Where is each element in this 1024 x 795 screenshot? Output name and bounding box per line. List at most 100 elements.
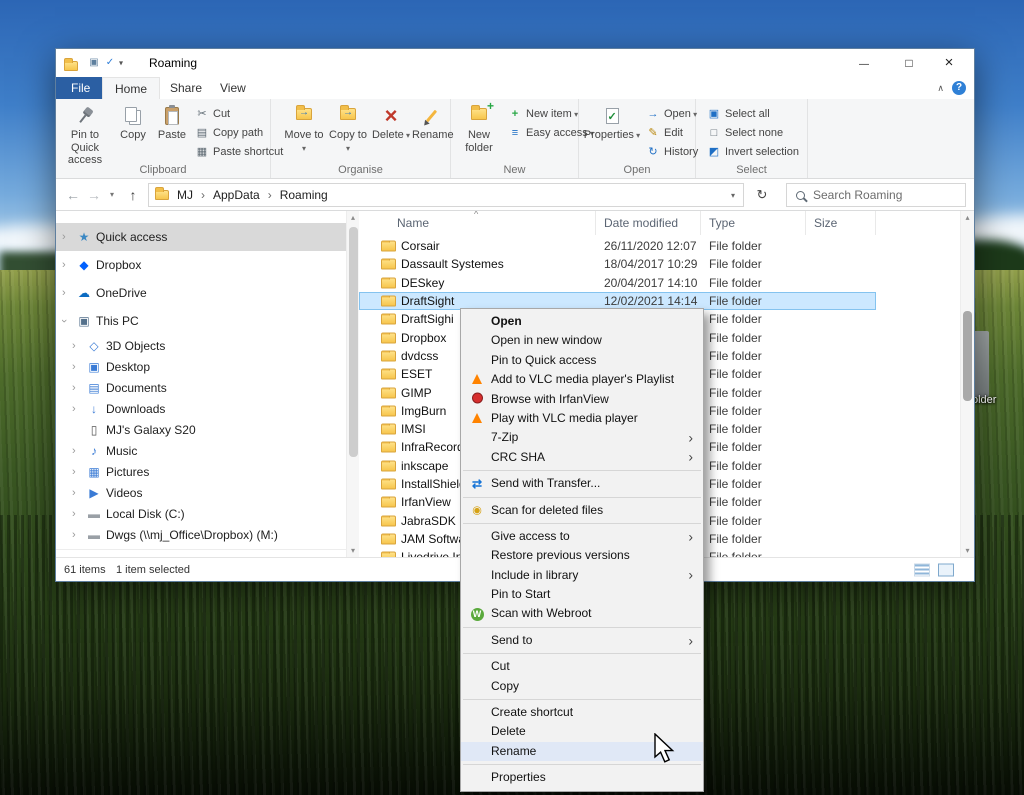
column-header-type[interactable]: Type [701,211,806,235]
chevron-icon[interactable] [72,466,76,478]
sidebar-item[interactable]: Pictures [56,461,346,482]
cut-button[interactable]: Cut [194,105,230,122]
paste-shortcut-button[interactable]: Paste shortcut [194,143,283,160]
context-menu-item[interactable]: Create shortcut [461,703,703,722]
context-menu-item[interactable]: CRC SHA [461,448,703,467]
context-menu-item[interactable]: Pin to Start [461,585,703,604]
chevron-icon[interactable] [62,287,66,299]
copy-to-button[interactable]: → Copy to [327,102,369,154]
sidebar-item[interactable]: Downloads [56,398,346,419]
forward-button[interactable] [84,179,104,211]
context-menu-item[interactable]: Send with Transfer... [461,474,703,493]
minimize-button[interactable] [847,49,881,77]
paste-button[interactable]: Paste [153,102,191,142]
invert-selection-button[interactable]: Invert selection [706,143,799,160]
up-button[interactable] [122,179,144,211]
sidebar-item[interactable]: This PC [56,307,346,335]
scroll-down-icon[interactable]: ▾ [347,546,359,555]
context-menu-item[interactable]: Copy [461,677,703,696]
sidebar-item[interactable]: Documents [56,377,346,398]
file-row[interactable]: DESkey 20/04/2017 14:10 File folder [359,274,876,292]
qat-new-folder-icon[interactable] [104,57,116,69]
chevron-icon[interactable] [72,403,76,415]
context-menu-item[interactable]: Scan for deleted files [461,501,703,520]
new-item-button[interactable]: New item [507,105,578,122]
sidebar-item[interactable]: Videos [56,482,346,503]
scrollbar-thumb[interactable] [349,227,358,457]
new-folder-button[interactable]: New folder [455,102,503,154]
thumbnail-view-icon[interactable] [938,563,954,576]
breadcrumb-dropdown-caret[interactable] [731,191,735,200]
file-row[interactable]: Dassault Systemes 18/04/2017 10:29 File … [359,255,876,273]
copy-path-button[interactable]: Copy path [194,124,263,141]
tab-view[interactable]: View [208,77,258,99]
context-menu-item[interactable]: Add to VLC media player's Playlist [461,370,703,389]
sidebar-item[interactable]: Dropbox [56,251,346,279]
open-button[interactable]: Open [645,105,697,122]
breadcrumb-item[interactable]: MJ [177,184,213,206]
title-bar[interactable]: Roaming [56,49,974,77]
back-button[interactable] [62,179,84,211]
qat-properties-icon[interactable] [88,57,100,69]
rename-button[interactable]: Rename [412,102,450,142]
details-view-icon[interactable] [914,563,930,576]
context-menu-item[interactable]: Open in new window [461,331,703,350]
list-scrollbar[interactable]: ▴ ▾ [960,211,974,557]
sidebar-item[interactable]: OneDrive [56,279,346,307]
file-row[interactable]: Corsair 26/11/2020 12:07 File folder [359,237,876,255]
breadcrumb-item[interactable]: AppData [213,184,280,206]
select-all-button[interactable]: Select all [706,105,770,122]
column-header-size[interactable]: Size [806,211,876,235]
context-menu-item[interactable]: Pin to Quick access [461,351,703,370]
context-menu-item[interactable]: Send to [461,631,703,650]
tab-share[interactable]: Share [158,77,214,99]
context-menu-item[interactable]: Properties [461,768,703,787]
context-menu-item[interactable]: Play with VLC media player [461,409,703,428]
breadcrumb-item[interactable]: Roaming [280,184,328,206]
properties-button[interactable]: Properties [583,102,641,142]
chevron-icon[interactable] [72,508,76,520]
sidebar-scrollbar[interactable]: ▴ ▾ [346,211,359,557]
select-none-button[interactable]: Select none [706,124,783,141]
context-menu-item[interactable]: Restore previous versions [461,546,703,565]
context-menu-item[interactable]: Cut [461,657,703,676]
history-button[interactable]: History [645,143,698,160]
delete-button[interactable]: Delete [371,102,411,142]
chevron-icon[interactable] [72,445,76,457]
context-menu-item[interactable]: Scan with Webroot [461,604,703,623]
tab-home[interactable]: Home [102,77,160,99]
sidebar-item[interactable]: Desktop [56,356,346,377]
chevron-icon[interactable] [62,259,66,271]
scroll-up-icon[interactable]: ▴ [347,213,359,222]
chevron-icon[interactable] [72,361,76,373]
scroll-down-icon[interactable]: ▾ [961,546,974,555]
chevron-icon[interactable] [72,487,76,499]
context-menu-item[interactable]: 7-Zip [461,428,703,447]
context-menu-item[interactable]: Browse with IrfanView [461,390,703,409]
sidebar-item[interactable]: Network [56,549,346,557]
chevron-icon[interactable] [62,231,66,243]
sidebar-item[interactable]: MJ's Galaxy S20 [56,419,346,440]
move-to-button[interactable]: → Move to [283,102,325,154]
help-icon[interactable] [952,81,966,95]
sidebar-item[interactable]: 3D Objects [56,335,346,356]
chevron-icon[interactable] [72,382,76,394]
context-menu-item[interactable]: Include in library [461,566,703,585]
scroll-up-icon[interactable]: ▴ [961,213,974,222]
sidebar-item[interactable]: Music [56,440,346,461]
edit-button[interactable]: Edit [645,124,683,141]
qat-customize-caret[interactable] [119,59,123,68]
chevron-icon[interactable] [72,529,76,541]
column-header-date-modified[interactable]: Date modified [596,211,701,235]
recent-locations-caret[interactable] [104,179,120,211]
breadcrumb[interactable]: MJAppDataRoaming [148,183,744,207]
chevron-icon[interactable] [72,340,76,352]
scrollbar-thumb[interactable] [963,311,972,401]
chevron-icon[interactable] [62,315,66,327]
pin-to-quick-access-button[interactable]: Pin to Quick access [58,102,112,167]
context-menu-item[interactable]: Open [461,312,703,331]
maximize-button[interactable] [892,49,926,77]
tab-file[interactable]: File [56,77,105,99]
sidebar-item[interactable]: Quick access [56,223,346,251]
ribbon-collapse-icon[interactable] [937,83,944,94]
